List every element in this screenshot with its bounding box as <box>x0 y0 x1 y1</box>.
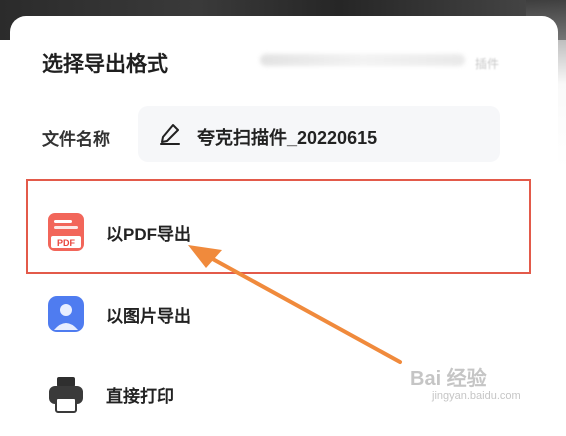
baidu-watermark: Bai 经验 jingyan.baidu.com <box>410 362 560 412</box>
option-label: 以图片导出 <box>106 306 191 326</box>
filename-value[interactable]: 夸克扫描件_20220615 <box>197 124 377 150</box>
export-pdf-option[interactable]: PDF 以PDF导出 <box>46 210 506 254</box>
watermark-text: Bai 经验 <box>410 368 487 390</box>
blurred-hint-text <box>260 54 465 66</box>
option-label: 以PDF导出 <box>106 224 191 244</box>
filename-label: 文件名称 <box>42 130 110 149</box>
sheet-title: 选择导出格式 <box>42 53 168 76</box>
svg-text:PDF: PDF <box>57 238 76 248</box>
hint-suffix: 插件 <box>475 57 500 71</box>
watermark-url: jingyan.baidu.com <box>432 390 521 402</box>
export-image-option[interactable]: 以图片导出 <box>46 292 506 336</box>
image-icon <box>46 294 86 334</box>
pdf-file-icon: PDF <box>46 212 86 252</box>
option-label: 直接打印 <box>106 386 174 406</box>
printer-icon <box>46 374 86 414</box>
pencil-icon[interactable] <box>158 122 182 146</box>
